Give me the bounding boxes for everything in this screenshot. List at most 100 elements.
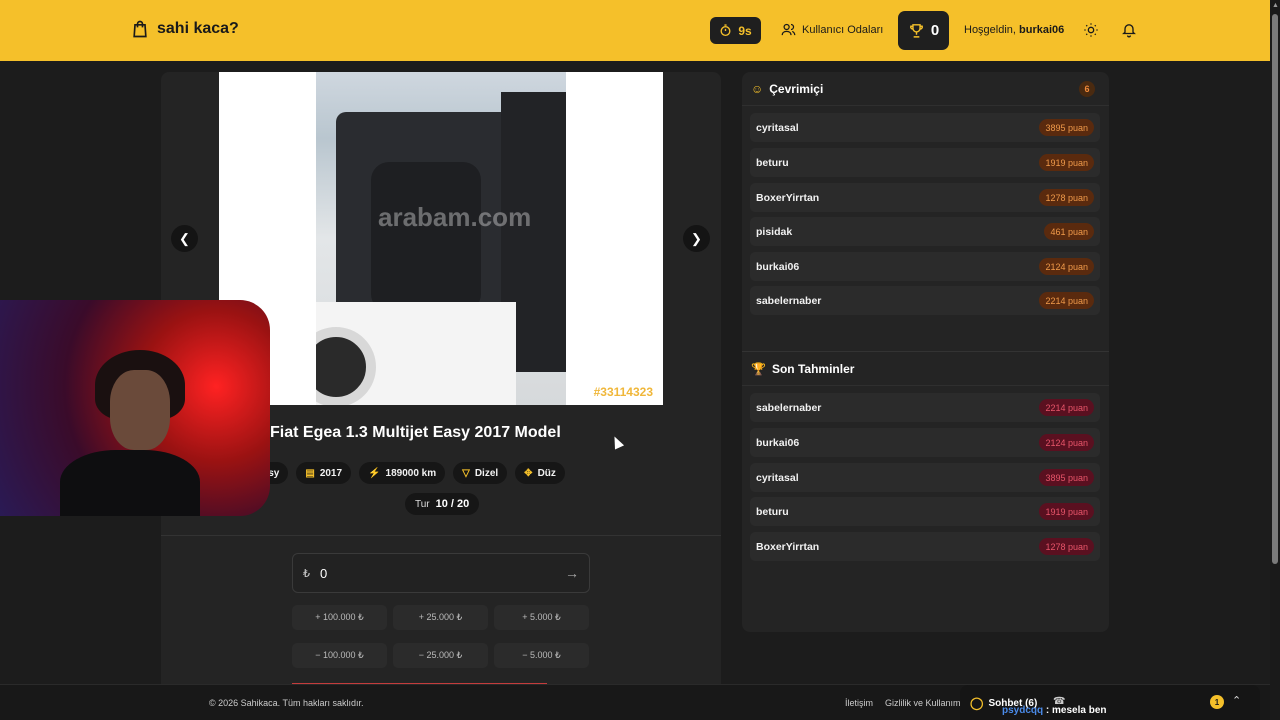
leaderboard-button[interactable]: 0 — [898, 11, 949, 50]
add-5000-button[interactable]: + 5.000 ₺ — [494, 605, 589, 630]
online-player-row[interactable]: pisidak 461 puan — [750, 217, 1100, 246]
player-points: 3895 puan — [1039, 469, 1094, 486]
player-points: 2124 puan — [1039, 258, 1094, 275]
player-points: 2124 puan — [1039, 434, 1094, 451]
spec-fuel-label: Dizel — [474, 467, 499, 479]
arrow-right-icon[interactable]: → — [565, 565, 579, 581]
subtract-100000-button[interactable]: − 100.000 ₺ — [292, 643, 387, 668]
welcome-username[interactable]: burkai06 — [1019, 24, 1064, 36]
spec-mileage: ⚡ 189000 km — [359, 462, 446, 484]
round-timer: 9s — [710, 17, 761, 44]
trophy-icon: 🏆 — [751, 361, 766, 376]
add-100000-button[interactable]: + 100.000 ₺ — [292, 605, 387, 630]
car-specs: Easy ▤2017 ⚡189000 km ▽Dizel ✥Düz — [247, 462, 565, 484]
photo-seat — [371, 162, 481, 312]
player-name: burkai06 — [756, 260, 800, 273]
calendar-icon: ▤ — [305, 467, 315, 479]
bag-icon — [133, 20, 147, 38]
next-image-button[interactable]: ❯ — [683, 225, 710, 252]
spec-mileage-label: 189000 km — [385, 467, 437, 479]
player-points: 1278 puan — [1039, 538, 1094, 555]
webcam-overlay — [0, 300, 270, 516]
chat-last-message: psydcqq : mesela ben — [1002, 705, 1107, 716]
recent-title: Son Tahminler — [771, 361, 855, 376]
player-points: 1278 puan — [1039, 189, 1094, 206]
users-icon — [781, 23, 796, 36]
welcome-text: Hoşgeldin, burkai06 — [964, 24, 1064, 36]
spec-transmission: ✥ Düz — [515, 462, 565, 484]
move-icon: ✥ — [524, 467, 533, 479]
online-title: Çevrimiçi — [769, 81, 824, 96]
player-name: BoxerYirrtan — [756, 191, 820, 204]
photo-watermark: arabam.com — [378, 202, 532, 232]
filter-icon: ▽ — [462, 467, 470, 479]
recent-guess-row[interactable]: BoxerYirrtan 1278 puan — [750, 532, 1100, 561]
chevron-up-icon[interactable]: ⌃ — [1232, 694, 1241, 707]
player-name: beturu — [756, 156, 789, 169]
trophy-icon — [909, 24, 923, 38]
price-input[interactable] — [320, 565, 565, 581]
player-points: 3895 puan — [1039, 119, 1094, 136]
recent-guess-row[interactable]: cyritasal 3895 puan — [750, 463, 1100, 492]
player-name: burkai06 — [756, 436, 800, 449]
welcome-prefix: Hoşgeldin, — [964, 24, 1016, 36]
prev-image-button[interactable]: ❮ — [171, 225, 198, 252]
spec-year-label: 2017 — [319, 467, 343, 479]
price-guess-field[interactable]: ₺ → — [292, 553, 590, 593]
spec-year: ▤ 2017 — [296, 462, 352, 484]
bell-icon[interactable] — [1121, 21, 1137, 38]
chat-widget[interactable]: ◯ Sohbet (6) ☎ psydcqq : mesela ben 1 ⌃ — [960, 685, 1260, 720]
car-photo: arabam.com — [316, 72, 566, 405]
chat-message-text: : mesela ben — [1045, 705, 1107, 716]
player-name: sabelernaber — [756, 401, 822, 414]
online-player-row[interactable]: cyritasal 3895 puan — [750, 113, 1100, 142]
online-player-row[interactable]: BoxerYirrtan 1278 puan — [750, 183, 1100, 212]
brand-logo[interactable]: sahi kaca? — [130, 19, 239, 39]
user-rooms-link[interactable]: Kullanıcı Odaları — [781, 22, 883, 37]
rooms-label: Kullanıcı Odaları — [802, 23, 884, 36]
recent-guess-row[interactable]: burkai06 2124 puan — [750, 428, 1100, 457]
player-name: cyritasal — [756, 121, 799, 134]
timer-value: 9s — [738, 23, 752, 38]
scrollbar-thumb[interactable] — [1272, 14, 1278, 564]
player-name: pisidak — [756, 225, 793, 238]
player-name: BoxerYirrtan — [756, 540, 820, 553]
online-player-row[interactable]: sabelernaber 2214 puan — [750, 286, 1100, 315]
top-header: sahi kaca? 9s Kullanıcı Odaları 0 Hoşgel… — [0, 0, 1280, 61]
subtract-5000-button[interactable]: − 5.000 ₺ — [494, 643, 589, 668]
scroll-up-icon[interactable]: ▲ — [1272, 2, 1279, 9]
currency-symbol: ₺ — [303, 567, 310, 580]
recent-guess-row[interactable]: sabelernaber 2214 puan — [750, 393, 1100, 422]
car-image: arabam.com #33114323 — [219, 72, 663, 405]
chat-message-user[interactable]: psydcqq — [1002, 705, 1043, 716]
online-player-row[interactable]: burkai06 2124 puan — [750, 252, 1100, 281]
spec-transmission-label: Düz — [537, 467, 556, 479]
player-points: 2214 puan — [1039, 292, 1094, 309]
online-header: ☺ Çevrimiçi 6 — [742, 72, 1109, 106]
recent-guesses-header: 🏆 Son Tahminler — [742, 352, 1109, 386]
recent-guess-row[interactable]: beturu 1919 puan — [750, 497, 1100, 526]
subtract-25000-button[interactable]: − 25.000 ₺ — [393, 643, 488, 668]
privacy-link[interactable]: Gizlilik ve Kullanım — [885, 698, 961, 708]
player-points: 2214 puan — [1039, 399, 1094, 416]
webcam-face — [110, 370, 170, 450]
player-points: 1919 puan — [1039, 503, 1094, 520]
timer-icon — [720, 24, 731, 37]
copyright-text: © 2026 Sahikaca. Tüm hakları saklıdır. — [209, 698, 364, 708]
player-points: 1919 puan — [1039, 154, 1094, 171]
card-divider — [161, 535, 721, 536]
player-name: cyritasal — [756, 471, 799, 484]
trophy-count: 0 — [930, 22, 940, 39]
chat-unread-badge: 1 — [1210, 695, 1224, 709]
online-player-row[interactable]: beturu 1919 puan — [750, 148, 1100, 177]
users-icon: ☺ — [751, 81, 764, 96]
chevron-left-icon: ❮ — [179, 230, 190, 246]
contact-link[interactable]: İletişim — [845, 698, 873, 708]
sun-icon[interactable] — [1083, 22, 1099, 38]
player-name: beturu — [756, 505, 789, 518]
round-value: 10 / 20 — [435, 498, 470, 510]
chevron-right-icon: ❯ — [691, 230, 702, 246]
page-scrollbar[interactable]: ▲ — [1270, 0, 1280, 720]
add-25000-button[interactable]: + 25.000 ₺ — [393, 605, 488, 630]
player-points: 461 puan — [1044, 223, 1094, 240]
